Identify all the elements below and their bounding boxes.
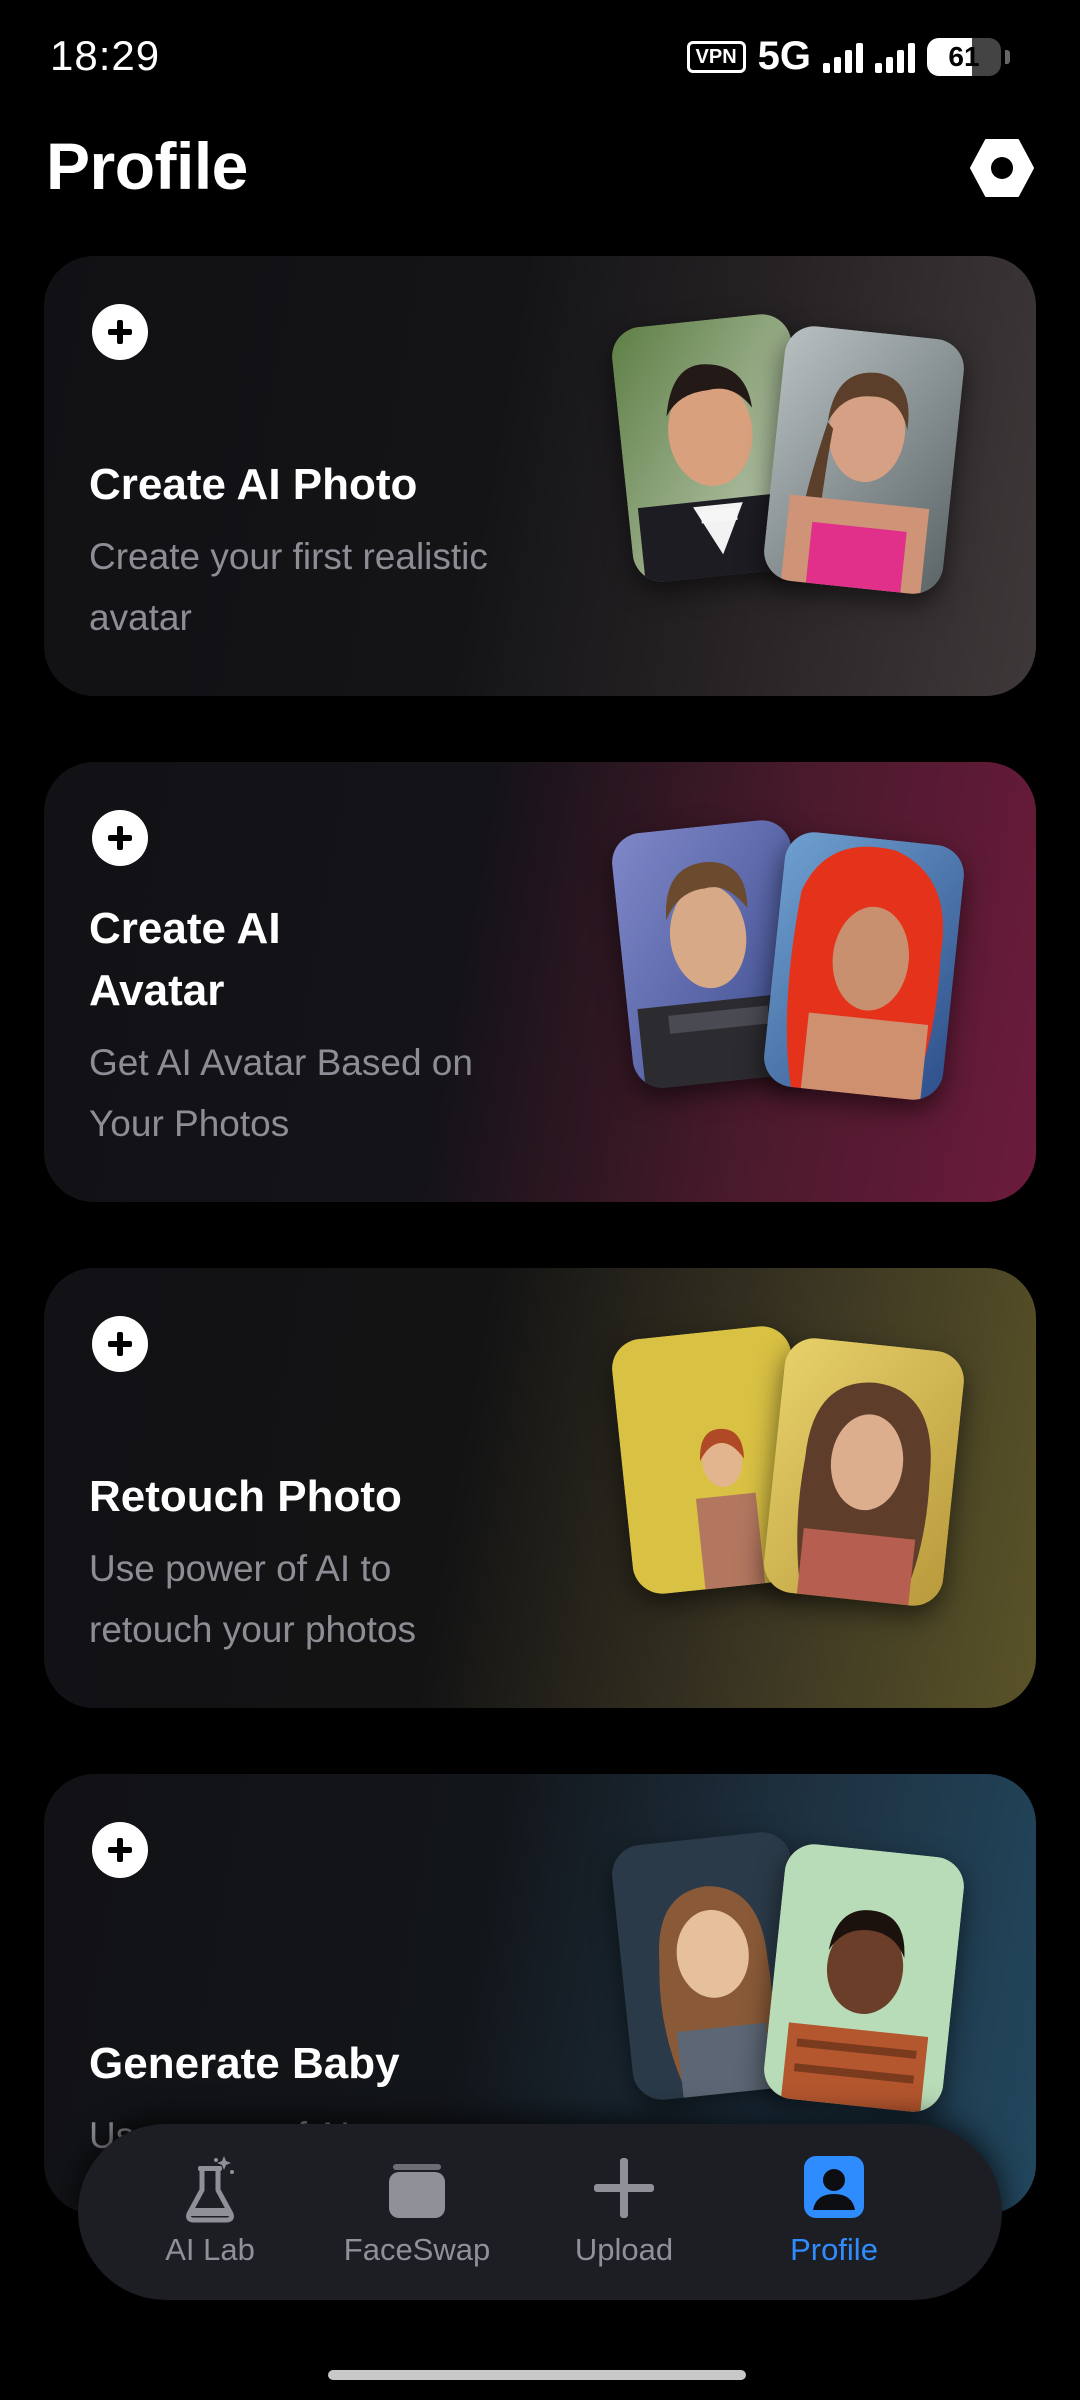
signal-icon [823,41,863,73]
add-icon[interactable] [92,304,148,360]
card-title: Create AI Photo [89,460,418,509]
network-type: 5G [757,34,811,78]
nav-label: FaceSwap [343,2232,491,2267]
retouch-photo-card[interactable]: Retouch Photo Use power of AI to retouch… [44,1268,1036,1708]
page-title: Profile [46,129,248,203]
preview-photo-girl-after [761,1335,967,1609]
card-text: Create AI Photo Create your first realis… [89,454,509,648]
flask-icon [186,2156,234,2223]
add-icon[interactable] [92,1822,148,1878]
add-icon[interactable] [92,810,148,866]
plus-icon [594,2158,654,2218]
nav-item-ai-lab[interactable]: AI Lab [115,2150,305,2280]
settings-button[interactable] [970,136,1034,200]
nav-label: AI Lab [165,2232,255,2267]
status-time: 18:29 [50,32,161,79]
card-text: Create AI Avatar Get AI Avatar Based on … [89,898,509,1154]
card-title: Generate Baby [89,2039,400,2088]
add-icon[interactable] [92,1316,148,1372]
nav-label: Upload [574,2232,674,2267]
cards-stack-icon [389,2164,445,2218]
home-indicator[interactable] [328,2370,746,2380]
card-subtitle: Create your first realistic avatar [89,536,488,638]
preview-photos [584,1318,984,1618]
vpn-badge: VPN [686,40,746,73]
card-title: Create AI Avatar [89,904,281,1015]
preview-photo-woman-sport [761,323,967,597]
hexagon-settings-icon [970,139,1034,197]
preview-photo-red-hair-avatar [761,829,967,1103]
card-title: Retouch Photo [89,1472,402,1521]
nav-item-profile[interactable]: Profile [739,2150,929,2280]
bottom-navigation: AI Lab FaceSwap Upload Profile [78,2124,1002,2300]
nav-item-faceswap[interactable]: FaceSwap [322,2150,512,2280]
battery-icon: 61 [927,37,1001,76]
card-subtitle: Use power of AI to retouch your photos [89,1548,417,1650]
battery-level: 61 [948,40,980,72]
nav-item-upload[interactable]: Upload [529,2150,719,2280]
preview-photos [584,306,984,606]
preview-photos [584,1824,984,2124]
card-subtitle: Get AI Avatar Based on Your Photos [89,1042,473,1144]
preview-photo-boy-child [761,1841,967,2115]
nav-label: Profile [790,2232,878,2267]
card-text: Retouch Photo Use power of AI to retouch… [89,1466,509,1660]
status-bar: 18:29 VPN 5G 61 [0,0,1080,110]
create-ai-avatar-card[interactable]: Create AI Avatar Get AI Avatar Based on … [44,762,1036,1202]
person-icon [804,2156,864,2218]
create-ai-photo-card[interactable]: Create AI Photo Create your first realis… [44,256,1036,696]
battery-tip [1005,49,1010,64]
preview-photos [584,812,984,1112]
status-icons: VPN 5G 61 [686,34,1010,79]
signal-icon-2 [875,41,915,73]
